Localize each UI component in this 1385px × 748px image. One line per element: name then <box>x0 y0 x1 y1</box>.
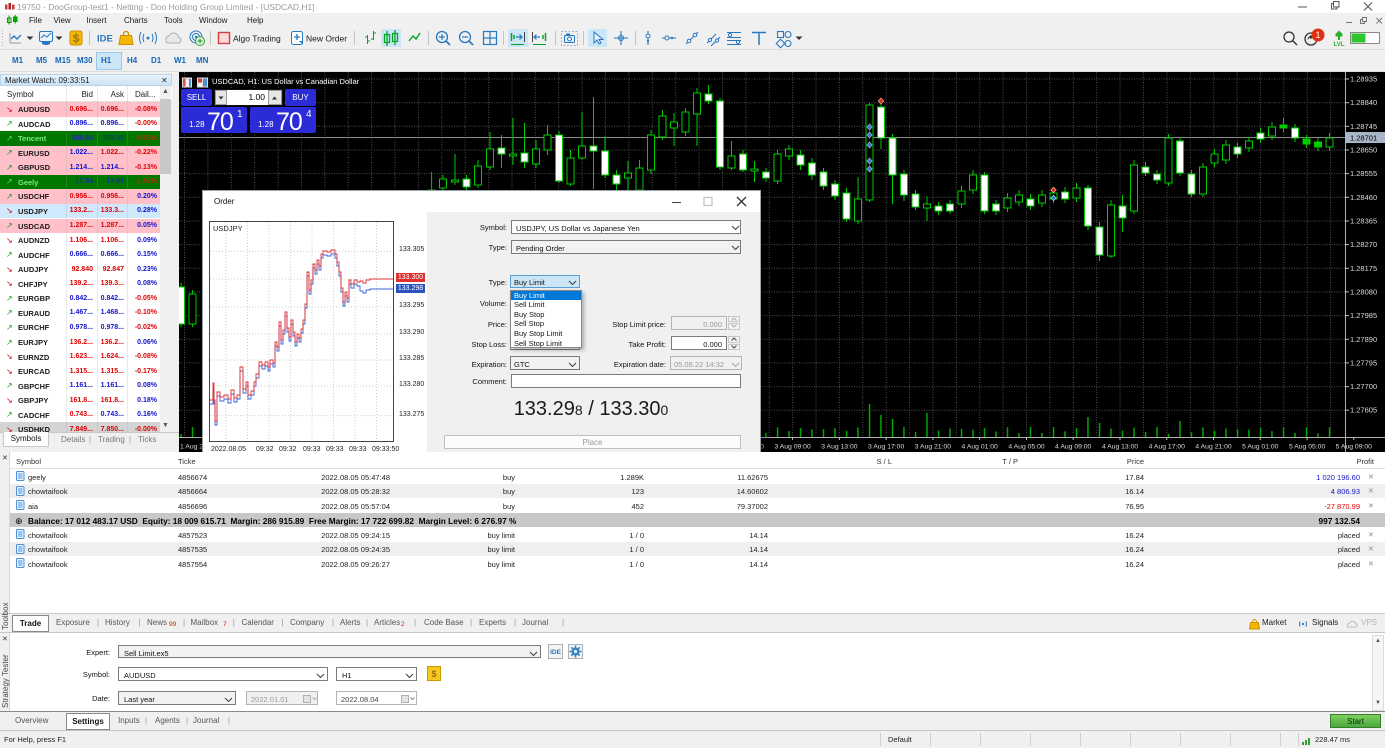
svg-text:1.28270: 1.28270 <box>1350 240 1377 249</box>
svg-text:4 Aug 13:00: 4 Aug 13:00 <box>1102 444 1139 451</box>
svg-text:1.28935: 1.28935 <box>1350 75 1377 84</box>
svg-text:1.27985: 1.27985 <box>1350 311 1377 320</box>
svg-text:1.28365: 1.28365 <box>1350 217 1377 226</box>
svg-text:3 Aug 09:00: 3 Aug 09:00 <box>774 444 811 451</box>
svg-text:1.28840: 1.28840 <box>1350 98 1377 107</box>
svg-text:1.28175: 1.28175 <box>1350 264 1377 273</box>
svg-text:LVL: LVL <box>1334 42 1345 48</box>
svg-text:1.28701: 1.28701 <box>1350 133 1377 142</box>
svg-text:1.27605: 1.27605 <box>1350 406 1377 415</box>
svg-text:1.28650: 1.28650 <box>1350 146 1377 155</box>
svg-text:1.27795: 1.27795 <box>1350 358 1377 367</box>
svg-text:Algo Trading: Algo Trading <box>233 34 281 44</box>
svg-text:1.27890: 1.27890 <box>1350 335 1377 344</box>
svg-text:1: 1 <box>1315 30 1320 40</box>
svg-text:1.28080: 1.28080 <box>1350 287 1377 296</box>
svg-text:4 Aug 05:00: 4 Aug 05:00 <box>1008 444 1045 451</box>
svg-text:3 Aug 21:00: 3 Aug 21:00 <box>915 444 952 451</box>
svg-text:1.28555: 1.28555 <box>1350 169 1377 178</box>
svg-text:3 Aug 17:00: 3 Aug 17:00 <box>868 444 905 451</box>
svg-text:5 Aug 05:00: 5 Aug 05:00 <box>1289 444 1326 451</box>
svg-text:IDE: IDE <box>97 34 113 45</box>
svg-text:4 Aug 09:00: 4 Aug 09:00 <box>1055 444 1092 451</box>
svg-text:5 Aug 01:00: 5 Aug 01:00 <box>1242 444 1279 451</box>
svg-text:1.27700: 1.27700 <box>1350 382 1377 391</box>
svg-text:1.28460: 1.28460 <box>1350 193 1377 202</box>
svg-text:5 Aug 09:00: 5 Aug 09:00 <box>1336 444 1373 451</box>
svg-text:4 Aug 17:00: 4 Aug 17:00 <box>1149 444 1186 451</box>
svg-text:New Order: New Order <box>306 34 347 44</box>
svg-text:3 Aug 13:00: 3 Aug 13:00 <box>821 444 858 451</box>
svg-text:1.28745: 1.28745 <box>1350 122 1377 131</box>
svg-text:4 Aug 01:00: 4 Aug 01:00 <box>962 444 999 451</box>
svg-text:4 Aug 21:00: 4 Aug 21:00 <box>1195 444 1232 451</box>
